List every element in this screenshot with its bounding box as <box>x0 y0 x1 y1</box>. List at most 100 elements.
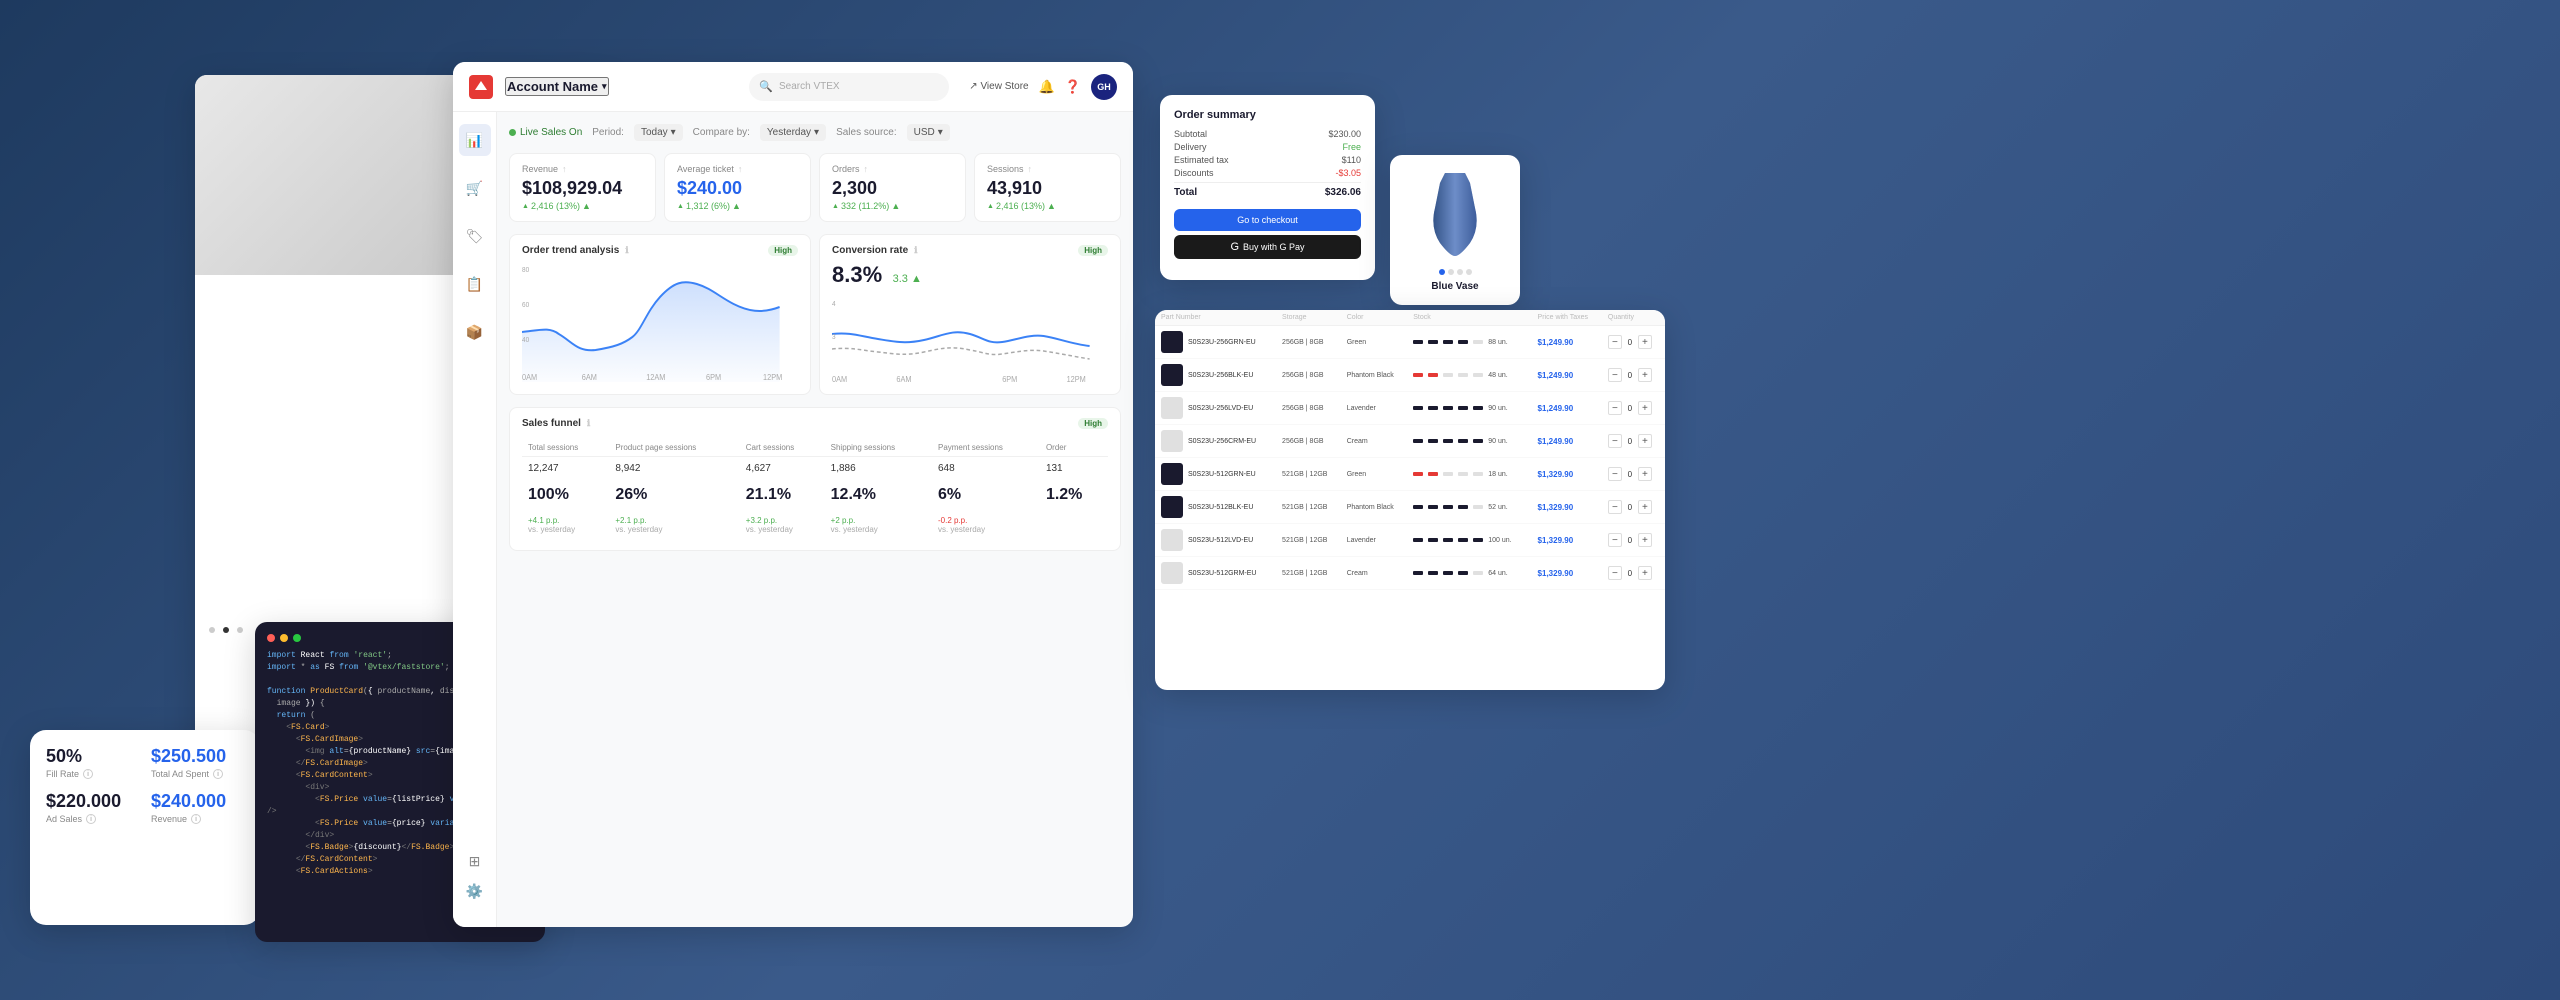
order-label-delivery: Delivery <box>1174 142 1207 152</box>
nav-dot <box>209 627 215 633</box>
sidebar-icon-settings-bottom[interactable]: ⚙️ <box>459 875 491 907</box>
inv-qty[interactable]: − 0 + <box>1602 557 1665 590</box>
nav-dot-active <box>223 627 229 633</box>
qty-decrease[interactable]: − <box>1608 467 1622 481</box>
inv-storage: 256GB | 8GB <box>1276 392 1341 425</box>
inv-qty[interactable]: − 0 + <box>1602 524 1665 557</box>
period-filter[interactable]: Today ▾ <box>634 124 683 141</box>
inv-price: $1,329.90 <box>1532 557 1602 590</box>
help-icon[interactable]: ❓ <box>1065 79 1081 95</box>
inv-qty[interactable]: − 0 + <box>1602 326 1665 359</box>
qty-increase[interactable]: + <box>1638 533 1652 547</box>
order-row-subtotal: Subtotal $230.00 <box>1174 129 1361 139</box>
compare-filter[interactable]: Yesterday ▾ <box>760 124 826 141</box>
stat-revenue-value: $240.000 <box>151 791 244 812</box>
inv-storage: 256GB | 8GB <box>1276 359 1341 392</box>
qty-value: 0 <box>1624 338 1636 347</box>
funnel-change-order <box>1040 510 1108 540</box>
inv-part: S0S23U-256LVD-EU <box>1155 392 1276 425</box>
qty-increase[interactable]: + <box>1638 335 1652 349</box>
qty-decrease[interactable]: − <box>1608 401 1622 415</box>
sidebar-icon-dashboard[interactable]: 📊 <box>459 124 491 156</box>
gpay-button[interactable]: G Buy with G Pay <box>1174 235 1361 259</box>
qty-decrease[interactable]: − <box>1608 335 1622 349</box>
sidebar-icon-list[interactable]: 📋 <box>459 268 491 300</box>
inv-part: S0S23U-512GRM-EU <box>1155 557 1276 590</box>
conversion-rate-title: Conversion rate ℹ High <box>832 245 1108 256</box>
funnel-pct-order: 1.2% <box>1040 480 1108 510</box>
stat-ad-sales-value: $220.000 <box>46 791 139 812</box>
inv-color: Lavender <box>1341 524 1408 557</box>
inv-qty[interactable]: − 0 + <box>1602 425 1665 458</box>
qty-increase[interactable]: + <box>1638 566 1652 580</box>
chevron-down-icon: ▾ <box>602 81 607 92</box>
sidebar-icon-box[interactable]: 📦 <box>459 316 491 348</box>
qty-increase[interactable]: + <box>1638 467 1652 481</box>
funnel-values-row: 12,247 8,942 4,627 1,886 648 131 <box>522 457 1108 481</box>
nav-dot <box>237 627 243 633</box>
inventory-header: Part Number Storage Color Stock Price wi… <box>1155 310 1665 326</box>
inv-part: S0S23U-256GRN-EU <box>1155 326 1276 359</box>
qty-increase[interactable]: + <box>1638 368 1652 382</box>
blue-vase-panel: Blue Vase <box>1390 155 1520 305</box>
qty-decrease[interactable]: − <box>1608 434 1622 448</box>
conversion-area: 0AM 6AM 6PM 12PM 4 3 <box>832 294 1108 384</box>
sidebar-icon-cart[interactable]: 🛒 <box>459 172 491 204</box>
order-label-tax: Estimated tax <box>1174 155 1229 165</box>
view-store-link[interactable]: ↗ View Store <box>969 81 1028 92</box>
search-bar[interactable]: 🔍 Search VTEX <box>749 73 949 101</box>
order-value-tax: $110 <box>1342 155 1361 165</box>
sidebar-icon-tag[interactable]: 🏷 <box>459 220 491 252</box>
inv-price: $1,329.90 <box>1532 491 1602 524</box>
funnel-change-cart: +3.2 p.p. vs. yesterday <box>740 510 825 540</box>
conversion-rate-value-row: 8.3% 3.3 ▲ <box>832 262 1108 288</box>
funnel-val-payment: 648 <box>932 457 1040 481</box>
inv-qty[interactable]: − 0 + <box>1602 359 1665 392</box>
up-arrow-icon: ▲ <box>582 201 591 211</box>
bell-icon[interactable]: 🔔 <box>1039 79 1055 95</box>
qty-value: 0 <box>1624 371 1636 380</box>
qty-increase[interactable]: + <box>1638 401 1652 415</box>
account-name-button[interactable]: Account Name ▾ <box>505 77 609 96</box>
svg-text:6AM: 6AM <box>896 375 911 384</box>
filter-bar: Live Sales On Period: Today ▾ Compare by… <box>509 124 1121 141</box>
qty-decrease[interactable]: − <box>1608 500 1622 514</box>
inv-qty[interactable]: − 0 + <box>1602 458 1665 491</box>
vase-image <box>1420 168 1490 263</box>
vase-dot-3 <box>1457 269 1463 275</box>
sidebar-icon-grid[interactable]: ⊞ <box>459 845 491 877</box>
qty-value: 0 <box>1624 503 1636 512</box>
qty-increase[interactable]: + <box>1638 434 1652 448</box>
inv-storage: 521GB | 12GB <box>1276 458 1341 491</box>
inv-qty[interactable]: − 0 + <box>1602 392 1665 425</box>
live-label: Live Sales On <box>520 127 582 138</box>
metric-sub-orders: 332 (11.2%) ▲ <box>832 201 953 211</box>
inv-part: S0S23U-256CRM-EU <box>1155 425 1276 458</box>
info-icon-conversion: ℹ <box>914 245 917 256</box>
inv-color: Green <box>1341 458 1408 491</box>
user-avatar[interactable]: GH <box>1091 74 1117 100</box>
checkout-button[interactable]: Go to checkout <box>1174 209 1361 231</box>
qty-decrease[interactable]: − <box>1608 533 1622 547</box>
inv-color: Cream <box>1341 557 1408 590</box>
vase-nav-dots <box>1439 269 1472 275</box>
inventory-row: S0S23U-512BLK-EU 521GB | 12GB Phantom Bl… <box>1155 491 1665 524</box>
inv-qty[interactable]: − 0 + <box>1602 491 1665 524</box>
funnel-change-total: +4.1 p.p. vs. yesterday <box>522 510 609 540</box>
source-filter[interactable]: USD ▾ <box>907 124 950 141</box>
qty-decrease[interactable]: − <box>1608 368 1622 382</box>
order-value-discounts: -$3.05 <box>1335 168 1361 178</box>
inv-stock: 88 un. <box>1407 326 1531 359</box>
inv-storage: 521GB | 12GB <box>1276 491 1341 524</box>
inv-color: Phantom Black <box>1341 359 1408 392</box>
qty-increase[interactable]: + <box>1638 500 1652 514</box>
svg-text:0AM: 0AM <box>832 375 847 384</box>
funnel-col-payment: Payment sessions <box>932 439 1040 457</box>
inv-price: $1,329.90 <box>1532 458 1602 491</box>
order-trend-title: Order trend analysis ℹ High <box>522 245 798 256</box>
qty-decrease[interactable]: − <box>1608 566 1622 580</box>
stat-revenue: $240.000 Revenue i <box>151 791 244 824</box>
order-row-delivery: Delivery Free <box>1174 142 1361 152</box>
inv-color: Green <box>1341 326 1408 359</box>
metric-card-revenue: Revenue ↑ $108,929.04 2,416 (13%) ▲ <box>509 153 656 222</box>
